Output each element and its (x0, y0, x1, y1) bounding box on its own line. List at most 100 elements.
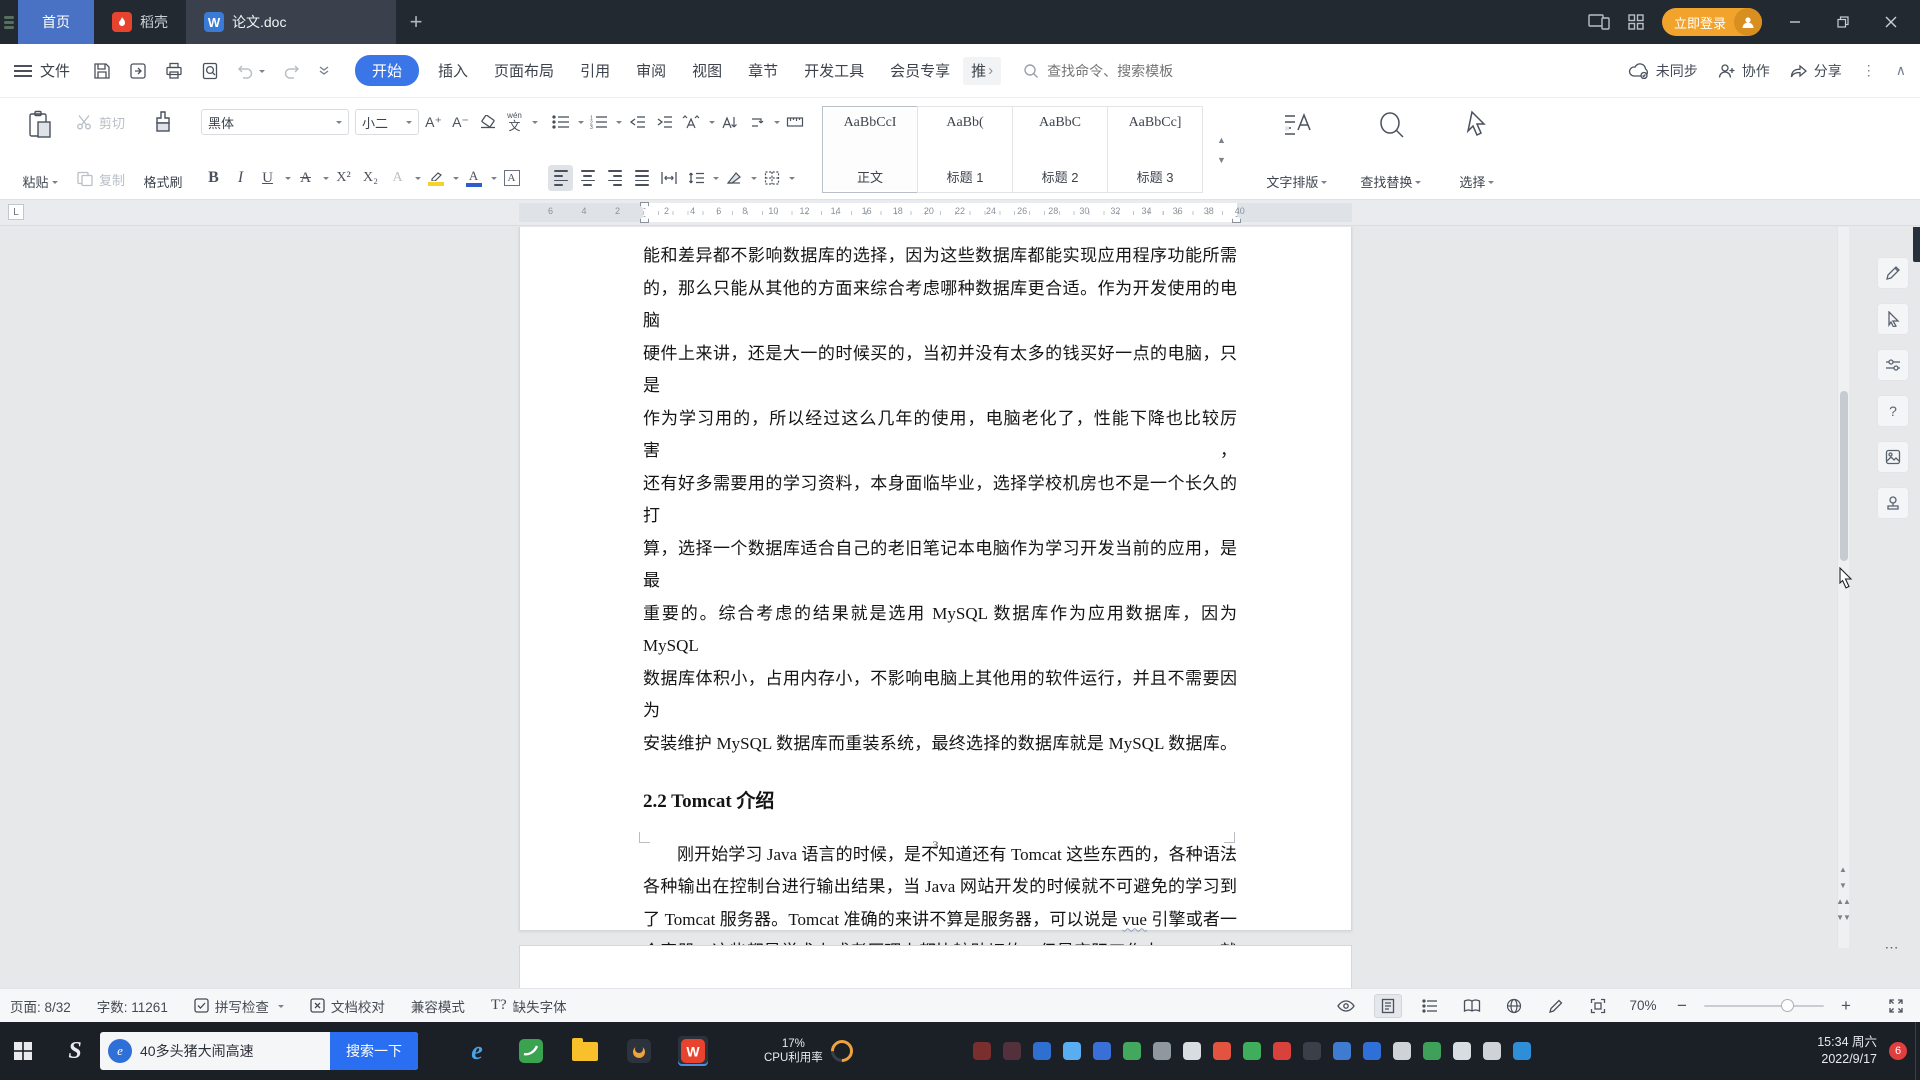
pinyin-guide-button[interactable]: wén 文 (502, 109, 527, 135)
paragraph-mark-button[interactable] (744, 109, 769, 135)
tab-home[interactable]: 首页 (18, 0, 94, 44)
subscript-button[interactable]: X₂ (358, 165, 383, 191)
tray-icon[interactable] (1152, 1042, 1171, 1060)
strikethrough-button[interactable]: A (293, 165, 318, 191)
align-center-button[interactable] (575, 165, 600, 191)
tray-icon[interactable] (1332, 1042, 1351, 1060)
char-shading-caret-icon[interactable] (415, 177, 422, 183)
bullet-list-button[interactable] (548, 109, 573, 135)
new-tab-button[interactable]: + (396, 0, 436, 44)
numbering-caret-icon[interactable] (616, 121, 623, 127)
file-menu[interactable]: 文件 (40, 60, 70, 81)
tab-docer[interactable]: 稻壳 (94, 0, 186, 44)
justify-button[interactable] (629, 165, 654, 191)
word-count[interactable]: 字数: 11261 (97, 996, 168, 1016)
pinyin-caret-icon[interactable] (532, 121, 539, 127)
tray-icon[interactable] (1212, 1042, 1231, 1060)
bullet-caret-icon[interactable] (578, 121, 585, 127)
search-go-button[interactable]: 搜索一下 (330, 1032, 418, 1070)
document-text[interactable]: 能和差异都不影响数据库的选择，因为这些数据库都能实现应用程序功能所需 的，那么只能… (643, 240, 1237, 988)
start-button[interactable] (8, 1036, 38, 1066)
font-size-select[interactable]: 小二 (355, 109, 420, 135)
annotate-pen-button[interactable] (1877, 257, 1909, 289)
line-spacing-caret-icon[interactable] (713, 177, 720, 183)
more-options-icon[interactable]: ⋮ (1862, 62, 1876, 79)
tray-icon[interactable] (1392, 1042, 1411, 1060)
borders-button[interactable] (759, 165, 784, 191)
bold-button[interactable]: B (201, 165, 226, 191)
read-mode-button[interactable] (1458, 994, 1486, 1018)
italic-button[interactable]: I (228, 165, 253, 191)
tab-document[interactable]: W 论文.doc (186, 0, 396, 44)
fit-page-button[interactable] (1584, 994, 1612, 1018)
tray-icon[interactable] (1272, 1042, 1291, 1060)
gallery-up-icon[interactable]: ▲ (1217, 135, 1226, 145)
document-page-8[interactable]: 能和差异都不影响数据库的选择，因为这些数据库都能实现应用程序功能所需 的，那么只能… (519, 227, 1352, 988)
zoom-in-button[interactable]: + (1838, 996, 1854, 1016)
scroll-down-icon[interactable]: ▼ (1834, 881, 1852, 890)
tab-stop-selector[interactable]: L (8, 204, 24, 220)
font-color-caret-icon[interactable] (491, 177, 498, 183)
grow-font-button[interactable]: A⁺ (421, 109, 446, 135)
tray-icon[interactable] (1092, 1042, 1111, 1060)
share-button[interactable]: 分享 (1790, 61, 1842, 81)
collapse-ribbon-icon[interactable]: ∧ (1896, 62, 1906, 79)
paragraph-mark-caret-icon[interactable] (774, 121, 781, 127)
redo-button[interactable] (281, 62, 301, 80)
compatibility-mode-label[interactable]: 兼容模式 (411, 996, 465, 1016)
eye-protection-button[interactable] (1332, 994, 1360, 1018)
wps-office-icon[interactable]: W (678, 1036, 708, 1066)
tray-icon[interactable] (1512, 1042, 1531, 1060)
tray-icon[interactable] (1482, 1042, 1501, 1060)
taskbar-search-box[interactable]: e 40多头猪大闹高速 搜索一下 (100, 1032, 418, 1070)
next-page-icon[interactable]: ▼▼ (1834, 913, 1852, 922)
green-app-icon[interactable] (516, 1036, 546, 1066)
export-pdf-button[interactable] (128, 61, 148, 81)
tray-icon[interactable] (1032, 1042, 1051, 1060)
minimize-button[interactable] (1780, 16, 1810, 28)
strikethrough-caret-icon[interactable] (323, 177, 330, 183)
collaborate-button[interactable]: 协作 (1718, 61, 1770, 81)
spell-check-toggle[interactable]: 拼写检查 (194, 996, 284, 1016)
save-button[interactable] (92, 61, 112, 81)
clear-format-button[interactable] (475, 109, 500, 135)
sort-button[interactable] (717, 109, 742, 135)
decrease-indent-button[interactable] (624, 109, 649, 135)
zoom-level[interactable]: 70% (1626, 998, 1660, 1013)
tab-ruler-button[interactable] (782, 109, 807, 135)
font-color-button[interactable]: A (461, 165, 486, 191)
ribbon-tab[interactable]: 会员专享 (877, 60, 963, 81)
ribbon-tab[interactable]: 章节 (735, 60, 791, 81)
tray-icon[interactable] (1422, 1042, 1441, 1060)
char-border-button[interactable]: A (499, 165, 524, 191)
fullscreen-button[interactable] (1882, 994, 1910, 1018)
select-button[interactable]: 选择 (1452, 106, 1502, 193)
ribbon-tab[interactable]: 页面布局 (481, 60, 567, 81)
internet-explorer-icon[interactable]: e (462, 1036, 492, 1066)
style-option[interactable]: AaBb( 标题 1 (917, 106, 1014, 193)
undo-button[interactable] (236, 62, 266, 80)
char-scaling-button[interactable] (678, 109, 704, 135)
style-option[interactable]: AaBbC 标题 2 (1012, 106, 1109, 193)
char-scaling-caret-icon[interactable] (709, 121, 716, 127)
help-button[interactable]: ? (1877, 395, 1909, 427)
scrollbar-thumb[interactable] (1839, 391, 1848, 561)
sogou-browser-icon[interactable]: S (60, 1036, 90, 1066)
tray-icon[interactable] (1302, 1042, 1321, 1060)
tray-icon[interactable] (972, 1042, 991, 1060)
increase-indent-button[interactable] (651, 109, 676, 135)
superscript-button[interactable]: X² (331, 165, 356, 191)
outline-view-button[interactable] (1416, 994, 1444, 1018)
command-search-input[interactable] (1047, 62, 1218, 79)
print-button[interactable] (164, 61, 184, 81)
numbered-list-button[interactable]: 123 (586, 109, 611, 135)
horizontal-ruler[interactable]: L 642 2 4 6 8 10 12 14 16 18 20 22 24 26 28 30 32 34 36 38… (0, 200, 1920, 226)
stamp-button[interactable] (1877, 487, 1909, 519)
dark-app-icon[interactable] (624, 1036, 654, 1066)
restore-button[interactable] (1828, 16, 1858, 28)
tray-icon[interactable] (1452, 1042, 1471, 1060)
previous-page-icon[interactable]: ▲▲ (1834, 897, 1852, 906)
copy-button[interactable]: 复制 (76, 167, 125, 191)
notification-badge[interactable]: 6 (1889, 1042, 1907, 1060)
align-left-button[interactable] (548, 165, 574, 191)
